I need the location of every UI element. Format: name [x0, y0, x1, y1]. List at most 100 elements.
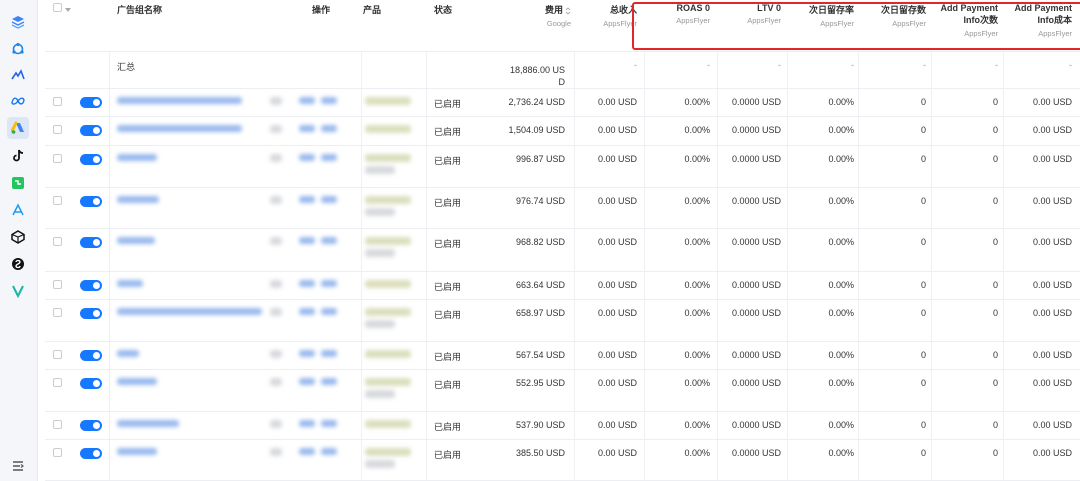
col-add-payment-count[interactable]: Add Payment Info次数 AppsFlyer	[932, 0, 998, 52]
ad-group-name-link[interactable]	[117, 154, 157, 161]
table-row[interactable]: 已启用 663.64 USD 0.00 USD 0.00% 0.0000 USD…	[45, 272, 1080, 300]
row-checkbox[interactable]	[53, 448, 62, 457]
table-row[interactable]: 已启用 1,504.09 USD 0.00 USD 0.00% 0.0000 U…	[45, 117, 1080, 146]
row-checkbox[interactable]	[53, 97, 62, 106]
status-toggle[interactable]	[80, 237, 102, 248]
status-toggle[interactable]	[80, 280, 102, 291]
status-toggle[interactable]	[80, 97, 102, 108]
action-link[interactable]	[321, 280, 337, 287]
status-toggle[interactable]	[80, 448, 102, 459]
status-toggle[interactable]	[80, 350, 102, 361]
select-all-checkbox[interactable]	[53, 3, 62, 12]
action-link[interactable]	[321, 237, 337, 244]
action-link[interactable]	[321, 154, 337, 161]
ad-group-name-link[interactable]	[117, 378, 157, 385]
ad-group-name[interactable]	[117, 146, 157, 187]
action-link[interactable]	[321, 97, 337, 104]
ad-group-name-link[interactable]	[117, 196, 159, 203]
action-link[interactable]	[299, 448, 315, 455]
table-row[interactable]: 已启用 2,736.24 USD 0.00 USD 0.00% 0.0000 U…	[45, 89, 1080, 117]
status-toggle[interactable]	[80, 378, 102, 389]
table-row[interactable]: 已启用 976.74 USD 0.00 USD 0.00% 0.0000 USD…	[45, 188, 1080, 229]
row-checkbox[interactable]	[53, 350, 62, 359]
table-row[interactable]: 已启用 567.54 USD 0.00 USD 0.00% 0.0000 USD…	[45, 342, 1080, 370]
edit-icon[interactable]	[270, 420, 282, 428]
status-toggle[interactable]	[80, 308, 102, 319]
status-toggle[interactable]	[80, 125, 102, 136]
action-link[interactable]	[321, 420, 337, 427]
action-link[interactable]	[299, 280, 315, 287]
action-link[interactable]	[299, 350, 315, 357]
row-checkbox[interactable]	[53, 237, 62, 246]
ad-group-name[interactable]	[117, 440, 157, 480]
action-link[interactable]	[321, 350, 337, 357]
status-toggle[interactable]	[80, 154, 102, 165]
ad-group-name-link[interactable]	[117, 237, 155, 244]
edit-icon[interactable]	[270, 280, 282, 288]
action-link[interactable]	[321, 125, 337, 132]
google-ads-icon[interactable]	[7, 117, 29, 139]
row-checkbox[interactable]	[53, 280, 62, 289]
ad-group-name[interactable]	[117, 188, 159, 228]
menu-collapse-icon[interactable]	[7, 455, 29, 477]
action-link[interactable]	[299, 420, 315, 427]
sort-icon[interactable]	[565, 6, 571, 15]
edit-icon[interactable]	[270, 97, 282, 105]
apple-search-icon[interactable]	[7, 199, 29, 221]
bird-logo-icon[interactable]	[7, 64, 29, 86]
unity-icon[interactable]	[7, 226, 29, 248]
ad-group-name[interactable]	[117, 272, 143, 299]
col-retention-rate[interactable]: 次日留存率 AppsFlyer	[788, 0, 854, 52]
edit-icon[interactable]	[270, 196, 282, 204]
table-row[interactable]: 已启用 968.82 USD 0.00 USD 0.00% 0.0000 USD…	[45, 229, 1080, 272]
action-link[interactable]	[299, 237, 315, 244]
action-link[interactable]	[321, 308, 337, 315]
edit-icon[interactable]	[270, 378, 282, 386]
row-checkbox[interactable]	[53, 125, 62, 134]
action-link[interactable]	[299, 196, 315, 203]
ad-group-name-link[interactable]	[117, 448, 157, 455]
col-roas[interactable]: ROAS 0 AppsFlyer	[645, 0, 710, 52]
table-row[interactable]: 已启用 537.90 USD 0.00 USD 0.00% 0.0000 USD…	[45, 412, 1080, 440]
col-retention-count[interactable]: 次日留存数 AppsFlyer	[859, 0, 926, 52]
ad-group-name-link[interactable]	[117, 97, 242, 104]
edit-icon[interactable]	[270, 237, 282, 245]
row-checkbox[interactable]	[53, 196, 62, 205]
action-link[interactable]	[299, 97, 315, 104]
edit-icon[interactable]	[270, 448, 282, 456]
status-toggle[interactable]	[80, 420, 102, 431]
ad-group-name-link[interactable]	[117, 280, 143, 287]
ad-group-name-link[interactable]	[117, 308, 262, 315]
edit-icon[interactable]	[270, 350, 282, 358]
col-revenue[interactable]: 总收入 AppsFlyer	[575, 0, 637, 52]
action-link[interactable]	[299, 125, 315, 132]
ad-group-name-link[interactable]	[117, 125, 242, 132]
ironsource-icon[interactable]	[7, 253, 29, 275]
edit-icon[interactable]	[270, 154, 282, 162]
ad-group-name[interactable]	[117, 300, 262, 341]
col-cost[interactable]: 费用 Google	[485, 0, 571, 52]
row-checkbox[interactable]	[53, 154, 62, 163]
table-row[interactable]: 已启用 658.97 USD 0.00 USD 0.00% 0.0000 USD…	[45, 300, 1080, 342]
vungle-icon[interactable]	[7, 280, 29, 302]
meta-icon[interactable]	[7, 90, 29, 112]
table-row[interactable]: 已启用 996.87 USD 0.00 USD 0.00% 0.0000 USD…	[45, 146, 1080, 188]
status-toggle[interactable]	[80, 196, 102, 207]
chevron-down-icon[interactable]	[65, 7, 71, 12]
network-icon[interactable]	[7, 38, 29, 60]
ad-group-name[interactable]	[117, 370, 157, 411]
table-row[interactable]: 已启用 385.50 USD 0.00 USD 0.00% 0.0000 USD…	[45, 440, 1080, 481]
action-link[interactable]	[299, 154, 315, 161]
action-link[interactable]	[321, 448, 337, 455]
row-checkbox[interactable]	[53, 420, 62, 429]
col-ltv[interactable]: LTV 0 AppsFlyer	[718, 0, 781, 52]
ad-group-name[interactable]	[117, 412, 179, 439]
ad-group-name[interactable]	[117, 89, 242, 116]
action-link[interactable]	[299, 378, 315, 385]
action-link[interactable]	[321, 378, 337, 385]
col-add-payment-cost[interactable]: Add Payment Info成本 AppsFlyer	[1004, 0, 1072, 52]
edit-icon[interactable]	[270, 125, 282, 133]
col-name[interactable]: 广告组名称	[117, 0, 162, 52]
table-row[interactable]: 已启用 552.95 USD 0.00 USD 0.00% 0.0000 USD…	[45, 370, 1080, 412]
tiktok-icon[interactable]	[7, 145, 29, 167]
